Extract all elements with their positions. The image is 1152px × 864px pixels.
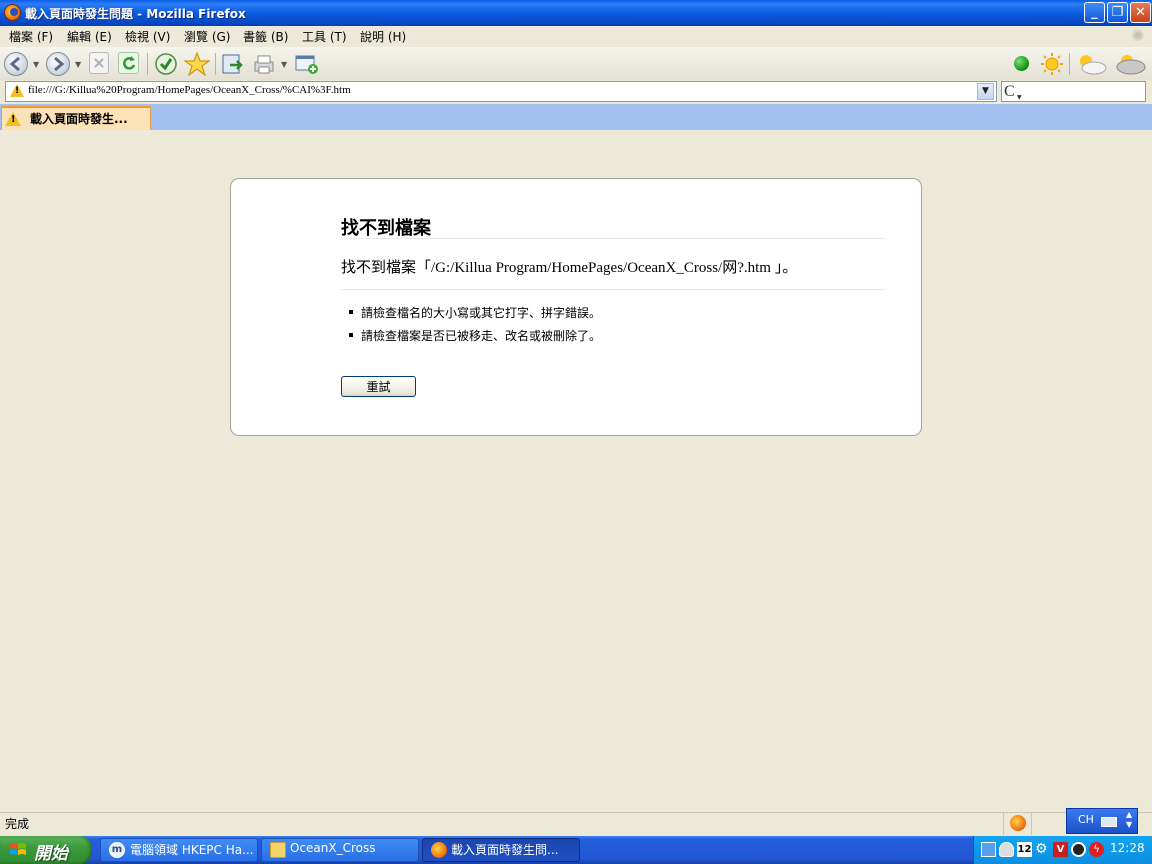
minimize-button[interactable]: _ — [1084, 2, 1105, 23]
menu-edit[interactable]: 編輯 (E) — [67, 28, 112, 45]
bookmark-star-icon[interactable] — [183, 51, 211, 77]
divider — [341, 238, 885, 239]
error-title: 找不到檔案 — [341, 218, 431, 239]
calendar-icon[interactable]: 12 — [1017, 842, 1032, 857]
status-bar — [0, 812, 1152, 836]
menu-view[interactable]: 檢視 (V) — [125, 28, 170, 45]
start-label[interactable]: 開始 — [34, 839, 68, 864]
menu-help[interactable]: 說明 (H) — [360, 28, 406, 45]
taskbar-item-label: 電腦領域 HKEPC Ha... — [130, 843, 254, 857]
status-separator — [1031, 813, 1032, 835]
firefox-status-icon[interactable] — [1010, 815, 1026, 831]
firefox-icon — [4, 4, 21, 21]
go-icon[interactable] — [221, 52, 245, 76]
forward-dropdown-icon[interactable]: ▼ — [75, 60, 81, 69]
tab-label: 載入頁面時發生... — [30, 112, 128, 126]
home-icon[interactable] — [154, 52, 178, 76]
media-icon[interactable] — [1071, 842, 1086, 857]
url-text[interactable]: file:///G:/Killua%20Program/HomePages/Oc… — [28, 84, 351, 96]
retry-button[interactable]: 重試 — [341, 376, 416, 397]
forward-icon[interactable] — [46, 52, 70, 76]
weather-cloudy-icon[interactable] — [1113, 52, 1147, 76]
menu-go[interactable]: 瀏覽 (G) — [184, 28, 230, 45]
search-engine-dropdown-icon[interactable]: ▼ — [1017, 94, 1022, 101]
toolbar-separator — [1069, 53, 1070, 75]
status-green-icon[interactable] — [1014, 56, 1029, 71]
windows-logo-icon — [10, 843, 26, 855]
language-indicator[interactable]: CH — [1078, 813, 1094, 826]
menu-file[interactable]: 檔案 (F) — [9, 28, 53, 45]
print-dropdown-icon[interactable]: ▼ — [281, 60, 287, 69]
user-icon[interactable] — [999, 842, 1014, 857]
new-window-icon[interactable] — [294, 52, 318, 76]
status-separator — [1003, 813, 1004, 835]
reload-icon[interactable] — [118, 52, 139, 74]
window-title: 載入頁面時發生問題 - Mozilla Firefox — [25, 7, 246, 21]
clock: 12:28 — [1110, 841, 1145, 855]
taskbar-item-label: OceanX_Cross — [290, 841, 376, 855]
firefox-icon — [431, 842, 447, 858]
browser-m-icon: m — [109, 842, 125, 858]
search-input[interactable] — [1001, 81, 1146, 102]
stop-icon[interactable] — [89, 52, 109, 74]
hint-item: 請檢查檔名的大小寫或其它打字、拼字錯誤。 — [361, 306, 602, 320]
tab-bar — [0, 104, 1152, 130]
taskbar-item-label: 載入頁面時發生問... — [451, 843, 559, 857]
menu-tools[interactable]: 工具 (T) — [302, 28, 347, 45]
weather-partly-cloudy-icon[interactable] — [1076, 52, 1108, 76]
status-text: 完成 — [5, 817, 30, 831]
restore-button[interactable]: ❐ — [1107, 2, 1128, 23]
antivirus-icon[interactable]: V — [1053, 842, 1068, 857]
language-bar-options-icon[interactable]: ▲ ▼ — [1126, 810, 1132, 830]
flash-icon[interactable]: ϟ — [1089, 842, 1104, 857]
close-button[interactable]: ✕ — [1130, 2, 1151, 23]
bullet-icon — [349, 333, 353, 337]
back-icon[interactable] — [4, 52, 28, 76]
print-icon[interactable] — [252, 52, 276, 76]
gear-icon[interactable]: ⚙ — [1035, 842, 1050, 857]
toolbar-separator — [215, 53, 216, 75]
divider — [341, 289, 885, 290]
throbber-icon: ✺ — [1131, 26, 1145, 45]
back-dropdown-icon[interactable]: ▼ — [33, 60, 39, 69]
toolbar-separator — [147, 53, 148, 75]
bullet-icon — [349, 310, 353, 314]
warning-icon — [10, 84, 24, 97]
folder-icon — [270, 842, 286, 858]
hint-item: 請檢查檔案是否已被移走、改名或被刪除了。 — [361, 329, 602, 343]
url-history-dropdown[interactable]: ▼ — [977, 83, 994, 100]
error-message: 找不到檔案「/G:/Killua Program/HomePages/Ocean… — [341, 260, 798, 276]
network-icon[interactable] — [981, 842, 996, 857]
weather-sun-icon[interactable] — [1040, 52, 1064, 76]
keyboard-icon[interactable] — [1101, 817, 1117, 827]
menu-bar — [0, 26, 1152, 47]
menu-bookmarks[interactable]: 書籤 (B) — [243, 28, 288, 45]
tab-warning-icon — [5, 112, 21, 126]
